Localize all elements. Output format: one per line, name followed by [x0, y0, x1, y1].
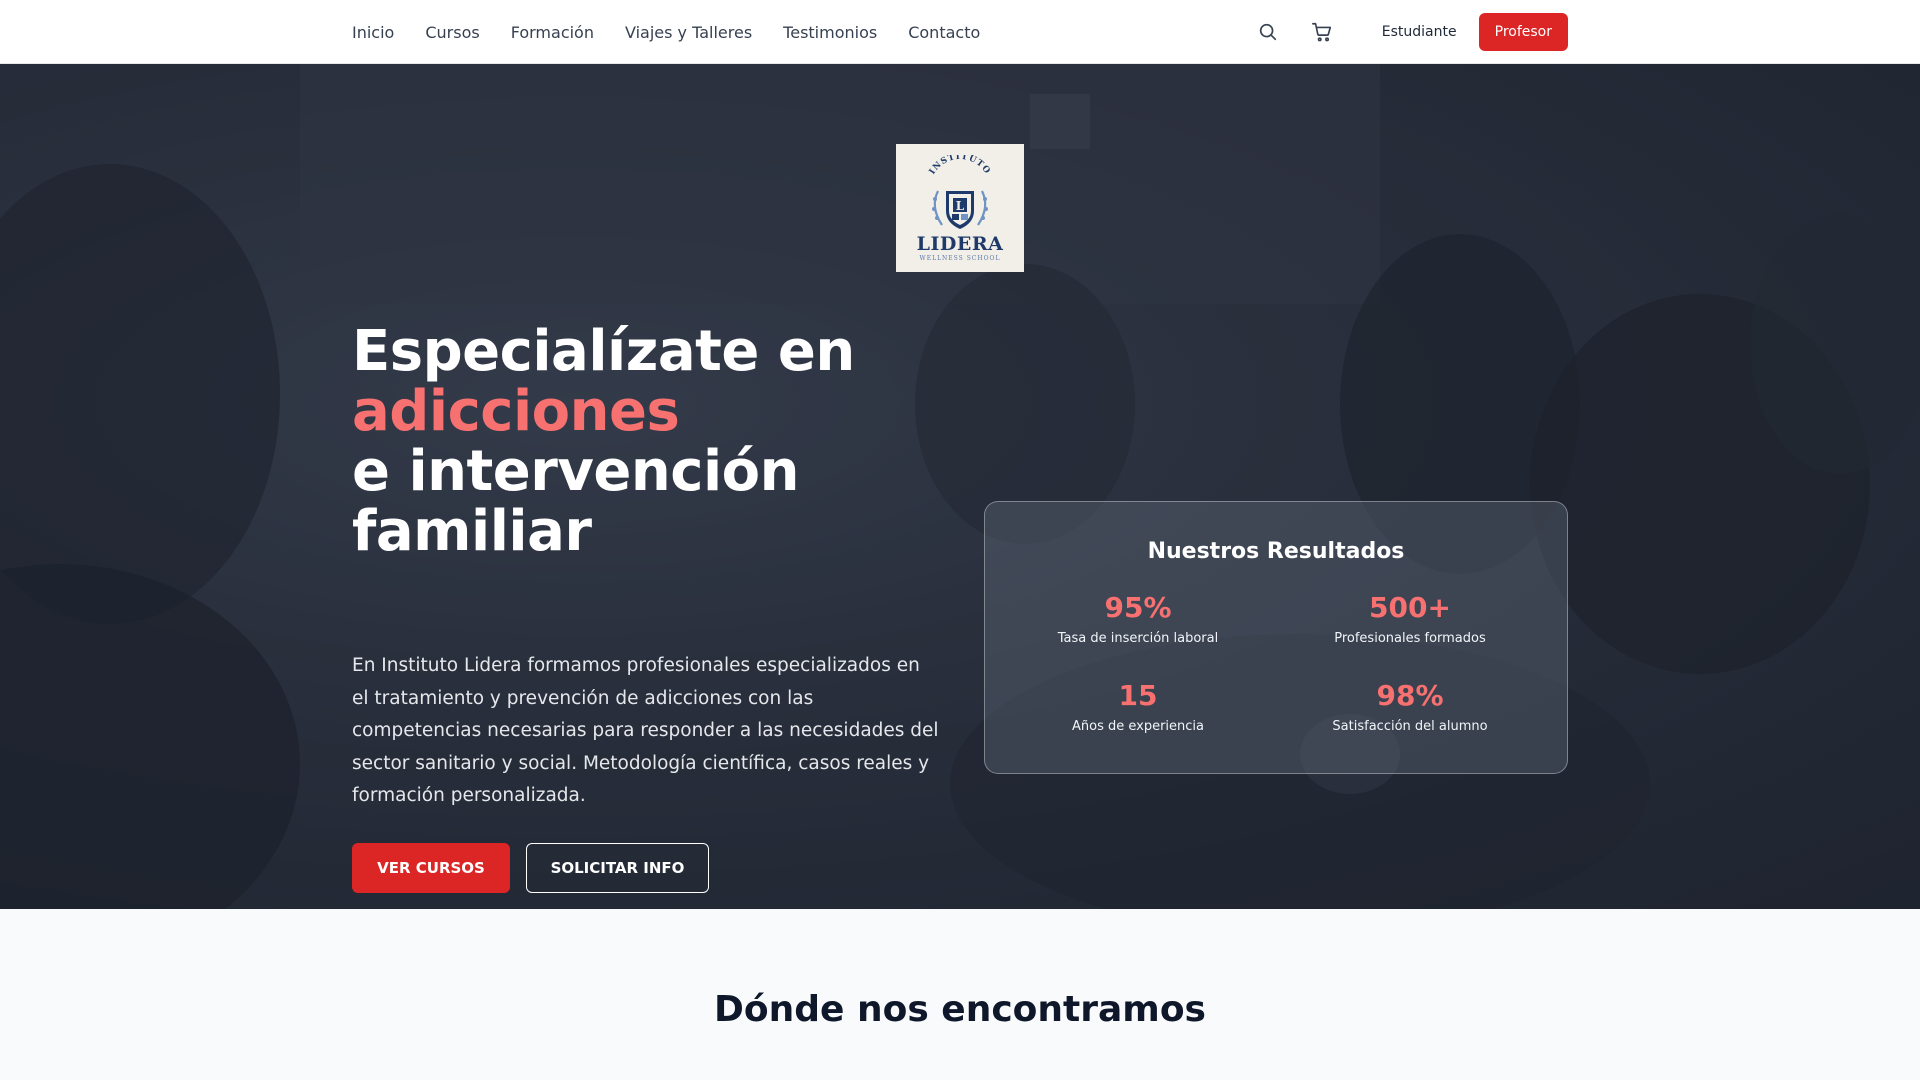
stat-value: 98%	[1376, 679, 1444, 712]
student-login-link[interactable]: Estudiante	[1382, 24, 1457, 40]
nav-link-contacto[interactable]: Contacto	[908, 23, 980, 42]
nav-link-testimonios[interactable]: Testimonios	[783, 23, 877, 42]
logo-name: LIDERA	[916, 232, 1004, 255]
cart-button[interactable]	[1308, 18, 1336, 46]
stat-value: 15	[1118, 679, 1158, 712]
nav-actions: Estudiante Profesor	[1254, 0, 1568, 64]
search-icon	[1259, 23, 1276, 41]
stat-item: 95% Tasa de inserción laboral	[1003, 591, 1273, 646]
teacher-login-button[interactable]: Profesor	[1478, 13, 1568, 51]
hero-title-line-3: e intervención	[352, 439, 800, 504]
search-button[interactable]	[1254, 18, 1282, 46]
nav-link-viajes-talleres[interactable]: Viajes y Talleres	[625, 23, 752, 42]
results-title: Nuestros Resultados	[1147, 539, 1405, 564]
stat-item: 98% Satisfacción del alumno	[1275, 679, 1545, 734]
svg-text:INSTITUTO: INSTITUTO	[928, 155, 993, 176]
hero-title-line-1: Especialízate en	[352, 319, 855, 384]
hero-title: Especialízate en adicciones e intervenci…	[352, 322, 952, 562]
stat-item: 500+ Profesionales formados	[1275, 591, 1545, 646]
logo-top-text: INSTITUTO	[928, 155, 992, 176]
results-card: Nuestros Resultados 95% Tasa de inserció…	[984, 501, 1568, 774]
cart-icon	[1311, 22, 1331, 42]
location-title: Dónde nos encontramos	[714, 989, 1206, 1030]
stat-value: 95%	[1104, 591, 1172, 624]
stat-label: Tasa de inserción laboral	[1057, 631, 1219, 646]
main-nav: Inicio Cursos Formación Viajes y Tallere…	[352, 0, 980, 64]
logo-subtitle: WELLNESS SCHOOL	[919, 254, 1001, 262]
crest-icon: INSTITUTO L	[928, 155, 993, 229]
stat-value: 500+	[1369, 591, 1451, 624]
stat-label: Años de experiencia	[1071, 719, 1204, 734]
stat-item: 15 Años de experiencia	[1003, 679, 1273, 734]
view-courses-button[interactable]: VER CURSOS	[352, 843, 510, 893]
hero-title-accent: adicciones	[352, 379, 680, 444]
stat-label: Satisfacción del alumno	[1332, 719, 1488, 734]
hero-title-line-4: familiar	[352, 499, 592, 564]
logo-letter: L	[956, 199, 965, 213]
institute-logo: INSTITUTO L LIDERA WELLNESS SCHOOL	[896, 144, 1024, 272]
nav-link-cursos[interactable]: Cursos	[425, 23, 479, 42]
navbar: Inicio Cursos Formación Viajes y Tallere…	[0, 0, 1920, 64]
request-info-button[interactable]: SOLICITAR INFO	[526, 843, 709, 893]
location-section: Dónde nos encontramos	[0, 909, 1920, 1080]
nav-link-formacion[interactable]: Formación	[511, 23, 594, 42]
stat-label: Profesionales formados	[1334, 631, 1486, 646]
hero-section: INSTITUTO L LIDERA WELLNESS SCHOOL Espec…	[0, 64, 1920, 909]
hero-description: En Instituto Lidera formamos profesional…	[352, 655, 939, 806]
nav-link-inicio[interactable]: Inicio	[352, 23, 394, 42]
